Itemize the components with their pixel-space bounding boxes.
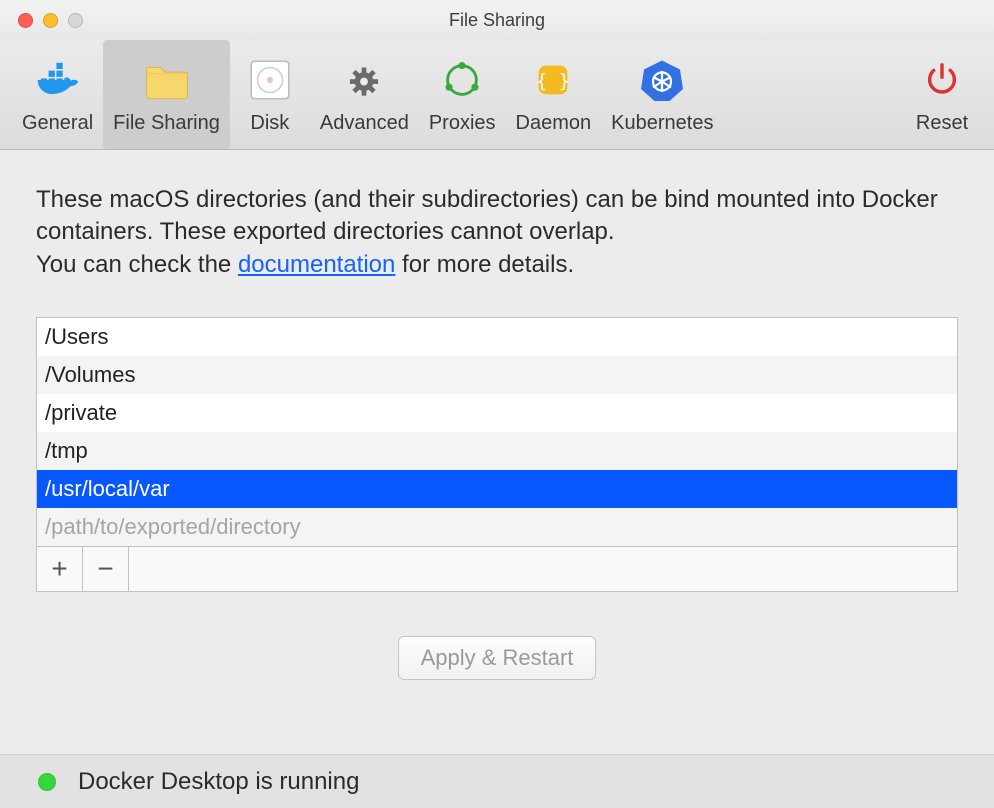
- description-text: These macOS directories (and their subdi…: [36, 184, 958, 281]
- window-title: File Sharing: [0, 10, 994, 31]
- svg-text:{ }: { }: [536, 71, 570, 92]
- status-bar: Docker Desktop is running: [0, 754, 994, 808]
- tab-kubernetes-label: Kubernetes: [611, 112, 713, 135]
- gear-icon: [338, 54, 390, 106]
- tab-file-sharing[interactable]: File Sharing: [103, 40, 230, 149]
- tab-advanced[interactable]: Advanced: [310, 40, 419, 149]
- tab-file-sharing-label: File Sharing: [113, 112, 220, 135]
- remove-path-button[interactable]: −: [83, 547, 129, 591]
- tab-general[interactable]: General: [12, 40, 103, 149]
- tab-advanced-label: Advanced: [320, 112, 409, 135]
- list-item[interactable]: /Volumes: [37, 356, 957, 394]
- reset-button[interactable]: Reset: [902, 40, 982, 149]
- new-path-row[interactable]: [37, 508, 957, 546]
- tab-daemon-label: Daemon: [516, 112, 592, 135]
- apply-restart-button[interactable]: Apply & Restart: [398, 636, 597, 680]
- power-icon: [916, 54, 968, 106]
- list-item[interactable]: /Users: [37, 318, 957, 356]
- list-item[interactable]: /tmp: [37, 432, 957, 470]
- minus-icon: −: [97, 553, 113, 585]
- description-line2a: You can check the: [36, 251, 238, 278]
- description-line1: These macOS directories (and their subdi…: [36, 186, 938, 245]
- list-controls: + −: [37, 546, 957, 591]
- status-text: Docker Desktop is running: [78, 768, 359, 796]
- add-path-button[interactable]: +: [37, 547, 83, 591]
- disk-icon: [244, 54, 296, 106]
- kubernetes-icon: [636, 54, 688, 106]
- tab-proxies[interactable]: Proxies: [419, 40, 506, 149]
- description-line2b: for more details.: [395, 251, 574, 278]
- tab-kubernetes[interactable]: Kubernetes: [601, 40, 723, 149]
- tab-general-label: General: [22, 112, 93, 135]
- daemon-icon: { }: [527, 54, 579, 106]
- reset-label: Reset: [916, 112, 968, 135]
- list-controls-spacer: [129, 547, 957, 591]
- content-area: These macOS directories (and their subdi…: [0, 150, 994, 754]
- toolbar: General File Sharing Disk: [0, 40, 994, 150]
- tab-disk[interactable]: Disk: [230, 40, 310, 149]
- list-item-selected[interactable]: /usr/local/var: [37, 470, 957, 508]
- list-item[interactable]: /private: [37, 394, 957, 432]
- tab-proxies-label: Proxies: [429, 112, 496, 135]
- folder-icon: [141, 54, 193, 106]
- tab-daemon[interactable]: { } Daemon: [506, 40, 602, 149]
- shared-paths-list[interactable]: /Users /Volumes /private /tmp /usr/local…: [36, 317, 958, 592]
- status-indicator-icon: [38, 773, 56, 791]
- documentation-link[interactable]: documentation: [238, 251, 395, 278]
- docker-whale-icon: [32, 54, 84, 106]
- new-path-input[interactable]: [45, 514, 949, 540]
- plus-icon: +: [51, 553, 67, 585]
- titlebar: File Sharing: [0, 0, 994, 40]
- tab-disk-label: Disk: [250, 112, 289, 135]
- proxies-icon: [436, 54, 488, 106]
